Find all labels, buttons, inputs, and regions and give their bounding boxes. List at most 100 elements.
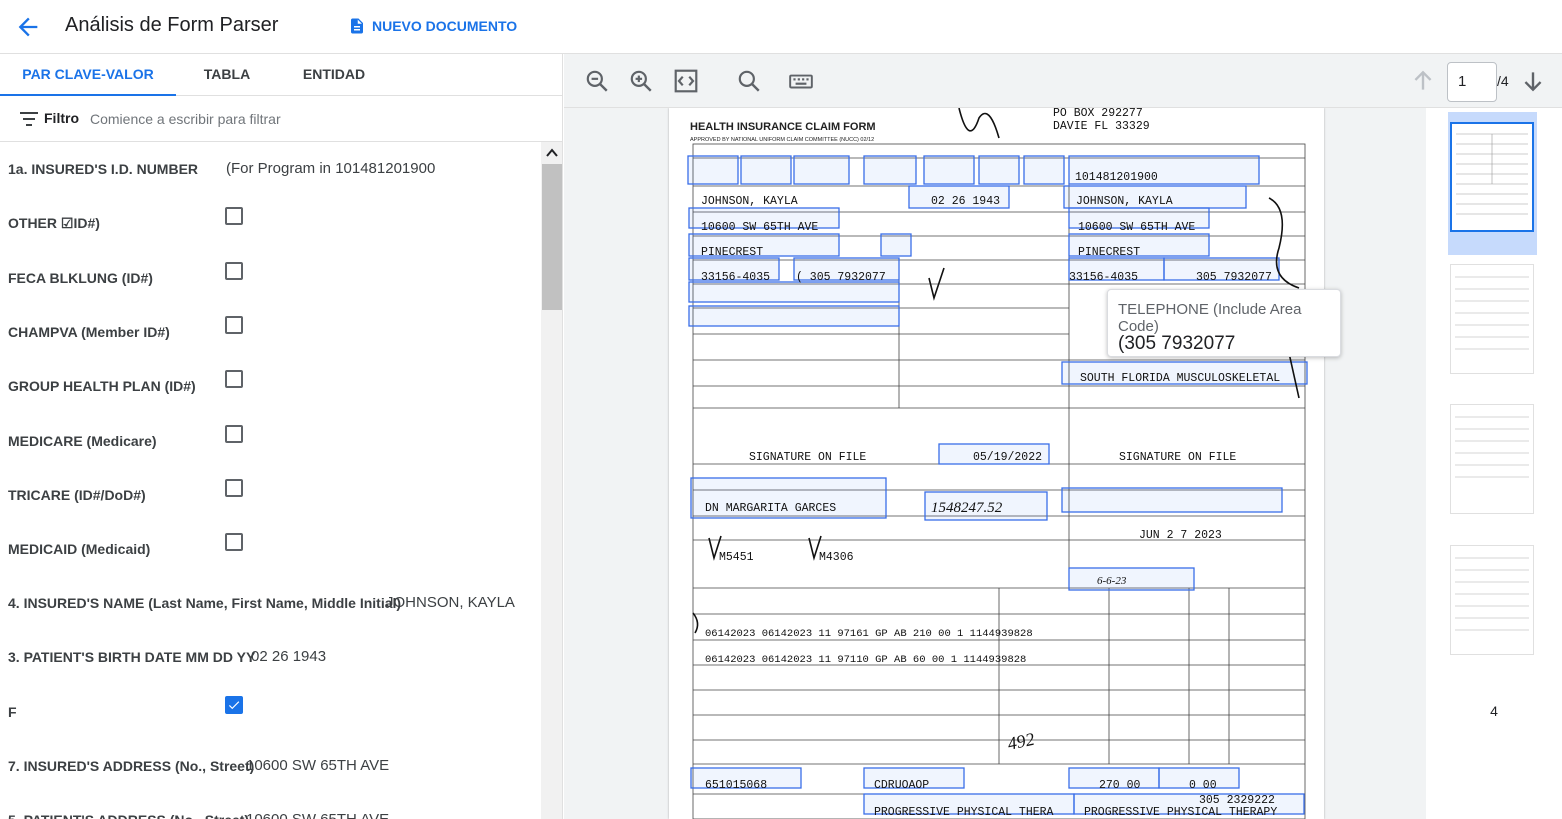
kv-checkbox[interactable]	[225, 425, 243, 443]
thumbnail-page-4[interactable]	[1450, 545, 1534, 655]
doc-zip: 33156-4035	[701, 271, 770, 284]
doc-insured-address: 10600 SW 65TH AVE	[1078, 221, 1195, 234]
kv-key: 1a. INSURED'S I.D. NUMBER	[8, 161, 199, 177]
kv-checkbox[interactable]	[225, 316, 243, 334]
kv-key: MEDICARE (Medicare)	[8, 433, 157, 449]
doc-dx1: M5451	[719, 551, 754, 564]
new-document-button[interactable]: NUEVO DOCUMENTO	[348, 14, 517, 38]
filter-bar: Filtro	[0, 96, 562, 142]
kv-key: 7. INSURED'S ADDRESS (No., Street)	[8, 758, 255, 774]
doc-patient-address: 10600 SW 65TH AVE	[701, 221, 818, 234]
svg-text:APPROVED BY NATIONAL UNIFORM C: APPROVED BY NATIONAL UNIFORM CLAIM COMMI…	[690, 137, 874, 143]
doc-billing-provider: PROGRESSIVE PHYSICAL THERAPY	[1084, 806, 1277, 819]
field-tooltip: TELEPHONE (Include Area Code) (305 79320…	[1107, 289, 1341, 357]
kv-value: JOHNSON, KAYLA	[386, 594, 515, 611]
list-item[interactable]: FECA BLKLUNG (ID#)	[0, 250, 541, 304]
doc-insured-name: JOHNSON, KAYLA	[1076, 195, 1173, 208]
doc-line-2: 06142023 06142023 11 97110 GP AB 60 00 1…	[705, 654, 1026, 666]
doc-total-charge: 270 00	[1099, 779, 1141, 792]
kv-checkbox[interactable]	[225, 479, 243, 497]
tooltip-label: TELEPHONE (Include Area Code)	[1118, 301, 1302, 335]
doc-plan-name: SOUTH FLORIDA MUSCULOSKELETAL	[1080, 372, 1280, 385]
kv-value: 10600 SW 65TH AVE	[246, 811, 389, 819]
list-item[interactable]: F	[0, 682, 541, 736]
zoom-out-icon[interactable]	[584, 68, 610, 94]
list-item[interactable]: 4. INSURED'S NAME (Last Name, First Name…	[0, 574, 541, 628]
thumbnail-page-3[interactable]	[1450, 404, 1534, 514]
kv-key: F	[8, 704, 17, 720]
list-item[interactable]: 3. PATIENT'S BIRTH DATE MM DD YY 02 26 1…	[0, 628, 541, 682]
kv-checkbox[interactable]	[225, 533, 243, 551]
key-value-list: 1a. INSURED'S I.D. NUMBER (For Program i…	[0, 142, 541, 819]
tab-table[interactable]: TABLA	[176, 54, 278, 96]
list-item[interactable]: MEDICAID (Medicaid)	[0, 520, 541, 574]
page-title: Análisis de Form Parser	[65, 14, 279, 36]
document-viewer: 1 /4 HEALTH INSURANCE CLAIM FORM APPROVE…	[564, 54, 1562, 819]
kv-checkbox[interactable]	[225, 370, 243, 388]
kv-value: 02 26 1943	[251, 648, 327, 665]
tab-entity[interactable]: ENTIDAD	[278, 54, 390, 96]
scroll-up-icon[interactable]	[545, 146, 559, 160]
doc-insured-zip: 33156-4035	[1069, 271, 1138, 284]
results-panel: PAR CLAVE-VALOR TABLA ENTIDAD Filtro 1a.…	[0, 54, 563, 819]
checkmark-icon	[228, 701, 240, 710]
kv-checkbox[interactable]	[225, 262, 243, 280]
app-header: Análisis de Form Parser NUEVO DOCUMENTO	[0, 0, 1562, 54]
doc-city: PINECREST	[701, 246, 763, 259]
search-icon[interactable]	[736, 68, 762, 94]
filter-icon[interactable]	[20, 112, 38, 126]
keyboard-icon[interactable]	[788, 68, 814, 94]
kv-value: 10600 SW 65TH AVE	[246, 757, 390, 774]
page-thumbnails: 1 2 3 4	[1426, 108, 1562, 819]
doc-signature-2: SIGNATURE ON FILE	[1119, 451, 1236, 464]
doc-outside-date: JUN 2 7 2023	[1139, 529, 1222, 542]
doc-dx2: M4306	[819, 551, 854, 564]
document-page[interactable]: HEALTH INSURANCE CLAIM FORM APPROVED BY …	[669, 108, 1324, 819]
doc-account-no: CDRUOAOP	[874, 779, 929, 792]
thumbnail-page-2[interactable]	[1450, 264, 1534, 374]
kv-key: TRICARE (ID#/DoD#)	[8, 487, 146, 503]
doc-tax-id: 651015068	[705, 779, 767, 792]
zoom-in-icon[interactable]	[628, 68, 654, 94]
doc-birth-date: 02 26 1943	[931, 195, 1000, 208]
list-item[interactable]: CHAMPVA (Member ID#)	[0, 304, 541, 358]
filter-label: Filtro	[44, 110, 79, 126]
list-scrollbar[interactable]	[541, 142, 562, 819]
document-canvas[interactable]: HEALTH INSURANCE CLAIM FORM APPROVED BY …	[564, 108, 1426, 819]
list-item[interactable]: MEDICARE (Medicare)	[0, 412, 541, 466]
result-tabs: PAR CLAVE-VALOR TABLA ENTIDAD	[0, 54, 562, 96]
viewer-toolbar: 1 /4	[564, 54, 1562, 108]
doc-signature-1: SIGNATURE ON FILE	[749, 451, 866, 464]
previous-page-icon[interactable]	[1410, 68, 1436, 94]
doc-address-2: DAVIE FL 33329	[1053, 120, 1150, 133]
kv-checkbox-checked[interactable]	[225, 696, 243, 714]
fit-width-icon[interactable]	[673, 68, 699, 94]
list-item[interactable]: TRICARE (ID#/DoD#)	[0, 466, 541, 520]
back-arrow-icon[interactable]	[14, 13, 42, 41]
tab-key-value[interactable]: PAR CLAVE-VALOR	[0, 54, 176, 96]
kv-key: 3. PATIENT'S BIRTH DATE MM DD YY	[8, 649, 256, 665]
kv-checkbox[interactable]	[225, 207, 243, 225]
doc-insured-id: 101481201900	[1075, 171, 1158, 184]
filter-input[interactable]	[90, 106, 530, 132]
svg-text:HEALTH INSURANCE CLAIM FORM: HEALTH INSURANCE CLAIM FORM	[690, 121, 876, 133]
list-item[interactable]: 7. INSURED'S ADDRESS (No., Street) 10600…	[0, 736, 541, 790]
list-item[interactable]: 5. PATIENT'S ADDRESS (No., Street) 10600…	[0, 790, 541, 819]
doc-insured-phone: 305 7932077	[1196, 271, 1272, 284]
doc-facility: PROGRESSIVE PHYSICAL THERA	[874, 806, 1054, 819]
page-number-input[interactable]: 1	[1447, 62, 1497, 102]
kv-key: MEDICAID (Medicaid)	[8, 541, 151, 557]
list-item[interactable]: OTHER ☑ID#)	[0, 196, 541, 250]
scrollbar-thumb[interactable]	[542, 164, 562, 310]
doc-npi-handwritten: 1548247.52	[931, 500, 1003, 516]
kv-key: 4. INSURED'S NAME (Last Name, First Name…	[8, 595, 402, 611]
list-item[interactable]: 1a. INSURED'S I.D. NUMBER (For Program i…	[0, 142, 541, 196]
kv-key: GROUP HEALTH PLAN (ID#)	[8, 378, 196, 394]
new-document-label: NUEVO DOCUMENTO	[372, 18, 518, 34]
thumbnail-label: 4	[1490, 703, 1498, 719]
doc-phone: ( 305 7932077	[796, 271, 886, 284]
next-page-icon[interactable]	[1520, 68, 1546, 94]
doc-amount-paid: 0 00	[1189, 779, 1217, 792]
list-item[interactable]: GROUP HEALTH PLAN (ID#)	[0, 358, 541, 412]
thumbnail-page-1[interactable]	[1450, 122, 1534, 232]
